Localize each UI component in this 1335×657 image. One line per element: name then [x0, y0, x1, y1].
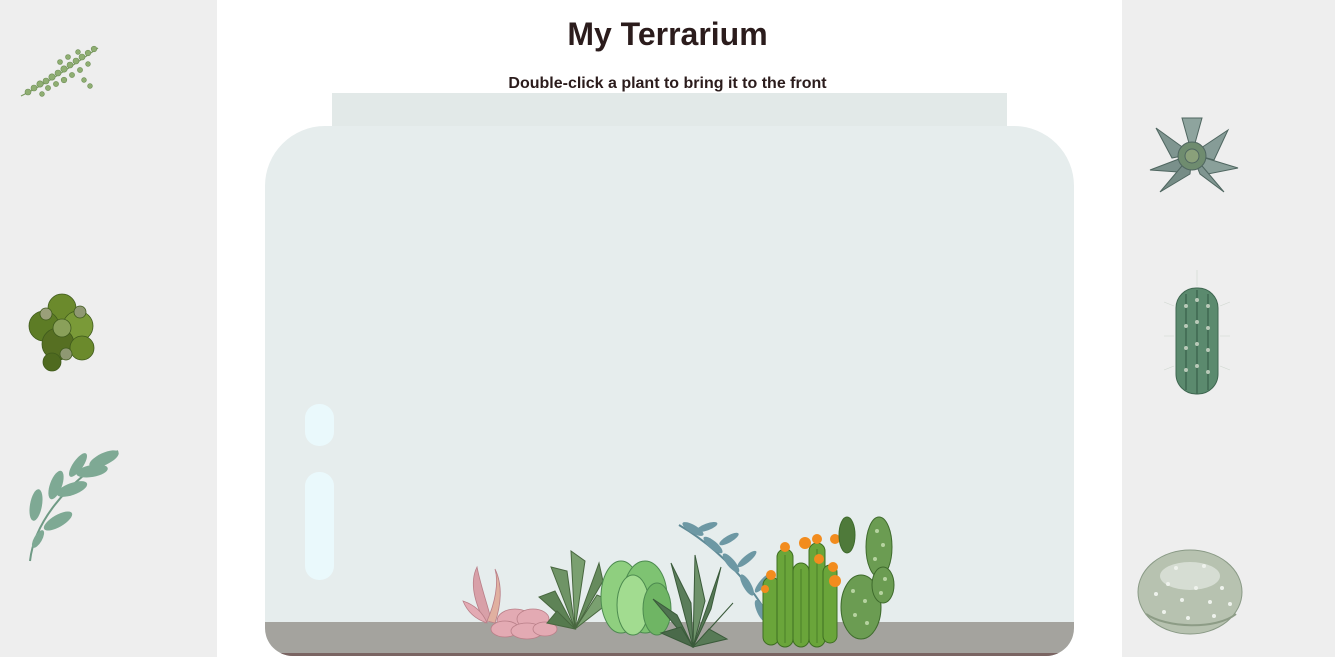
plant-round-barrel-cactus[interactable]	[1136, 544, 1248, 636]
column-cactus-plant-icon	[1163, 270, 1231, 395]
plant-column-cactus[interactable]	[1162, 266, 1232, 398]
jar-glare-top	[305, 404, 334, 446]
plant-eucalyptus-sprig[interactable]	[22, 445, 122, 563]
eucalyptus-sprig-plant-icon	[29, 450, 119, 562]
paddle-cactus-plant-icon	[838, 516, 895, 640]
flowering-cactus-plant-icon	[761, 534, 841, 648]
jar-plant-arrangement	[455, 505, 905, 655]
echeveria-succulent-plant-icon	[1149, 117, 1239, 193]
jar-lid	[332, 93, 1007, 127]
moss-clump-plant-icon	[28, 293, 95, 372]
right-plant-panel	[1122, 0, 1335, 657]
plant-flowering-cactus[interactable]	[755, 519, 845, 651]
jar-glare-bottom	[305, 472, 334, 580]
round-barrel-cactus-plant-icon	[1137, 549, 1243, 635]
plant-moss-clump[interactable]	[22, 288, 102, 374]
page-title: My Terrarium	[567, 16, 768, 52]
page-instructions: Double-click a plant to bring it to the …	[508, 75, 827, 92]
plant-echeveria[interactable]	[1142, 112, 1242, 196]
plant-paddle-cactus[interactable]	[837, 511, 897, 643]
left-plant-panel	[0, 0, 217, 657]
